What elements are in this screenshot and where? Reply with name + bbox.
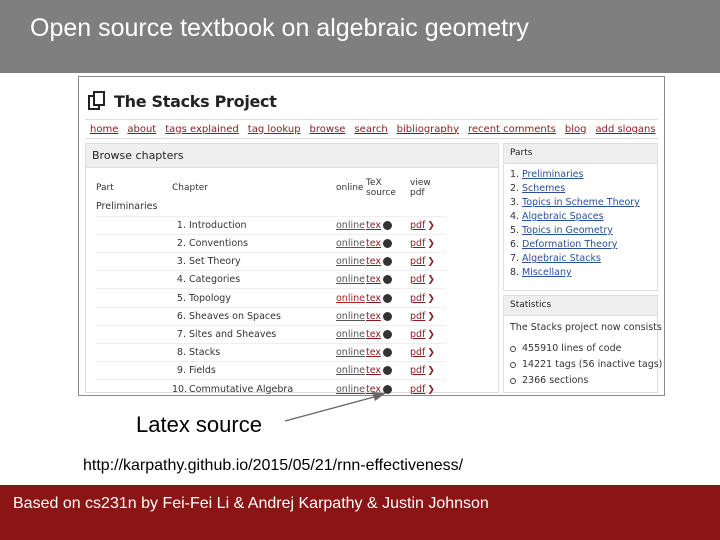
slide-footer: Based on cs231n by Fei-Fei Li & Andrej K… xyxy=(0,485,720,540)
source-url[interactable]: http://karpathy.github.io/2015/05/21/rnn… xyxy=(83,457,463,475)
latex-source-annotation: Latex source xyxy=(136,412,262,437)
footer-credit: Based on cs231n by Fei-Fei Li & Andrej K… xyxy=(13,495,489,512)
